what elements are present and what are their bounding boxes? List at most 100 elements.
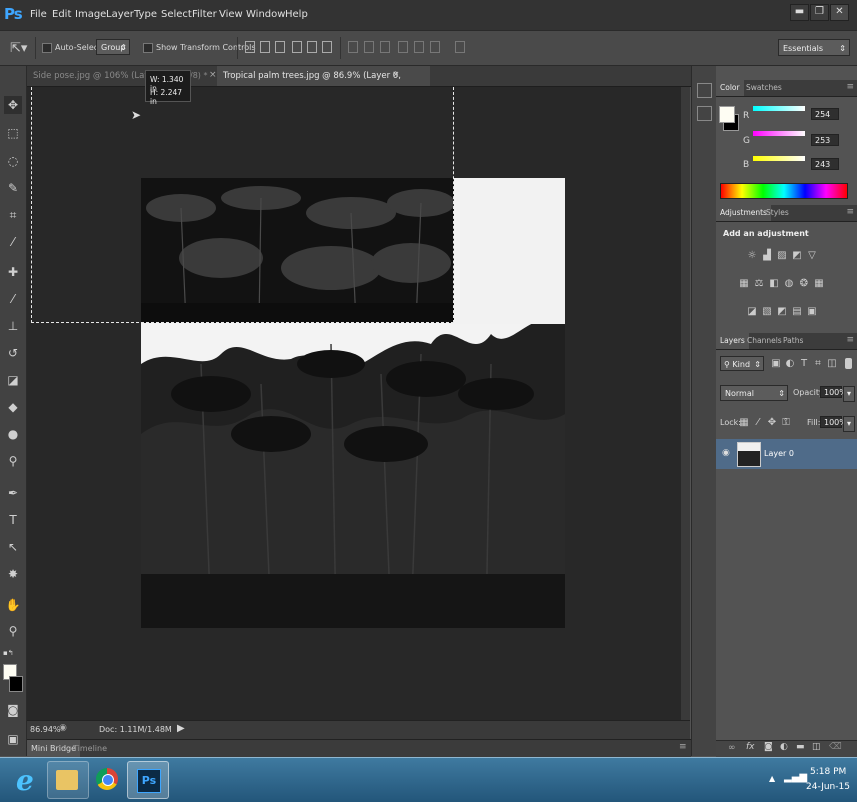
- filter-shape-icon[interactable]: ⌗: [812, 358, 824, 369]
- exposure-icon[interactable]: ◩: [791, 250, 803, 261]
- quick-select-tool-icon[interactable]: ✎: [4, 179, 22, 197]
- default-colors-icon[interactable]: ▪↰: [3, 649, 14, 657]
- align-left-icon[interactable]: [292, 41, 302, 53]
- channel-g-slider[interactable]: [753, 131, 805, 136]
- curves-icon[interactable]: ▨: [776, 250, 788, 261]
- layer-style-fx-icon[interactable]: fx: [746, 742, 755, 752]
- channel-r-slider[interactable]: [753, 106, 805, 111]
- menu-file[interactable]: File: [30, 9, 47, 20]
- photo-filter-icon[interactable]: ◍: [783, 278, 795, 289]
- screen-mode-icon[interactable]: ▣: [4, 730, 22, 748]
- link-layers-icon[interactable]: ∞: [728, 743, 736, 753]
- menu-layer[interactable]: Layer: [106, 9, 134, 20]
- eraser-tool-icon[interactable]: ◪: [4, 371, 22, 389]
- fill-dropdown-icon[interactable]: ▾: [843, 416, 855, 432]
- threshold-icon[interactable]: ◩: [776, 306, 788, 317]
- new-layer-icon[interactable]: ◫: [812, 742, 821, 752]
- align-right-icon[interactable]: [322, 41, 332, 53]
- move-tool-preset-icon[interactable]: ⇱▾: [10, 41, 27, 56]
- opacity-value[interactable]: 100%: [820, 386, 847, 398]
- healing-brush-tool-icon[interactable]: ✚: [4, 263, 22, 281]
- filter-adjustment-icon[interactable]: ◐: [784, 358, 796, 369]
- hand-tool-icon[interactable]: ✋: [4, 596, 22, 614]
- layer-name[interactable]: Layer 0: [764, 449, 794, 458]
- crop-tool-icon[interactable]: ⌗: [4, 206, 22, 224]
- fg-color-swatch[interactable]: [719, 106, 735, 123]
- blend-mode-dropdown[interactable]: Normal ⇕: [720, 385, 788, 401]
- status-arrow-icon[interactable]: ▶: [177, 723, 185, 734]
- fill-value[interactable]: 100%: [820, 416, 847, 428]
- color-lookup-icon[interactable]: ▦: [813, 278, 825, 289]
- status-info-icon[interactable]: ◉: [59, 723, 67, 733]
- clock-date[interactable]: 24-Jun-15: [806, 782, 850, 792]
- menu-image[interactable]: Image: [75, 9, 106, 20]
- vibrance-icon[interactable]: ▽: [806, 250, 818, 261]
- clone-stamp-tool-icon[interactable]: ⊥: [4, 317, 22, 335]
- align-top-icon[interactable]: [245, 41, 255, 53]
- add-mask-icon[interactable]: ◙: [764, 742, 773, 752]
- selective-color-icon[interactable]: ▣: [806, 306, 818, 317]
- filter-smart-object-icon[interactable]: ◫: [826, 358, 838, 369]
- lock-pixels-icon[interactable]: ⁄: [752, 417, 764, 428]
- workspace-dropdown[interactable]: Essentials ⇕: [778, 39, 850, 56]
- tab-swatches[interactable]: Swatches: [742, 80, 786, 96]
- distribute-right-icon[interactable]: [430, 41, 440, 53]
- zoom-tool-icon[interactable]: ⚲: [4, 622, 22, 640]
- posterize-icon[interactable]: ▧: [761, 306, 773, 317]
- black-white-icon[interactable]: ◧: [768, 278, 780, 289]
- minimize-button[interactable]: ▬: [790, 4, 809, 21]
- levels-icon[interactable]: ▟: [761, 250, 773, 261]
- photoshop-taskbar-button[interactable]: Ps: [127, 761, 169, 799]
- network-icon[interactable]: ▂▄▆: [784, 772, 807, 783]
- filter-toggle[interactable]: [845, 358, 852, 369]
- menu-filter[interactable]: Filter: [192, 9, 217, 20]
- lock-all-icon[interactable]: ⚿: [780, 417, 792, 428]
- channel-mixer-icon[interactable]: ❂: [798, 278, 810, 289]
- menu-select[interactable]: Select: [161, 9, 192, 20]
- color-balance-icon[interactable]: ⚖: [753, 278, 765, 289]
- panel-menu-icon[interactable]: ≡: [846, 335, 854, 345]
- panel-menu-icon[interactable]: ≡: [846, 207, 854, 217]
- align-vcenter-icon[interactable]: [260, 41, 270, 53]
- vertical-scrollbar[interactable]: [681, 87, 690, 720]
- new-adjustment-layer-icon[interactable]: ◐: [780, 742, 788, 752]
- tab-close-icon[interactable]: ×: [392, 70, 400, 80]
- distribute-top-icon[interactable]: [348, 41, 358, 53]
- tray-expand-icon[interactable]: ▲: [769, 774, 775, 783]
- menu-help[interactable]: Help: [285, 9, 308, 20]
- chrome-button[interactable]: [87, 761, 127, 797]
- menu-window[interactable]: Window: [246, 9, 285, 20]
- lasso-tool-icon[interactable]: ◌: [4, 152, 22, 170]
- delete-layer-icon[interactable]: ⌫: [829, 742, 842, 752]
- close-button[interactable]: ✕: [830, 4, 849, 21]
- file-explorer-button[interactable]: [47, 761, 89, 799]
- type-tool-icon[interactable]: T: [4, 511, 22, 529]
- quick-mask-icon[interactable]: ◙: [4, 701, 22, 719]
- auto-select-checkbox[interactable]: [42, 43, 52, 53]
- paint-bucket-tool-icon[interactable]: ◆: [4, 398, 22, 416]
- align-bottom-icon[interactable]: [275, 41, 285, 53]
- brush-tool-icon[interactable]: ⁄: [4, 290, 22, 308]
- background-color-swatch[interactable]: [9, 676, 23, 692]
- filter-pixel-icon[interactable]: ▣: [770, 358, 782, 369]
- auto-align-icon[interactable]: [455, 41, 465, 53]
- align-hcenter-icon[interactable]: [307, 41, 317, 53]
- auto-select-dropdown[interactable]: Group ⇕: [96, 39, 130, 55]
- channel-b-value[interactable]: 243: [811, 158, 839, 170]
- distribute-bottom-icon[interactable]: [380, 41, 390, 53]
- tab-color[interactable]: Color: [716, 80, 744, 96]
- channel-g-value[interactable]: 253: [811, 134, 839, 146]
- show-transform-checkbox[interactable]: [143, 43, 153, 53]
- distribute-vcenter-icon[interactable]: [364, 41, 374, 53]
- path-selection-tool-icon[interactable]: ↖: [4, 538, 22, 556]
- tab-close-icon[interactable]: ×: [209, 70, 217, 80]
- history-brush-tool-icon[interactable]: ↺: [4, 344, 22, 362]
- lock-position-icon[interactable]: ✥: [766, 417, 778, 428]
- zoom-level[interactable]: 86.94%: [30, 725, 61, 734]
- clock-time[interactable]: 5:18 PM: [810, 767, 846, 777]
- new-group-icon[interactable]: ▬: [796, 742, 805, 752]
- channel-b-slider[interactable]: [753, 156, 805, 161]
- eyedropper-tool-icon[interactable]: ⁄: [4, 233, 22, 251]
- layer-row-layer-0[interactable]: ◉ Layer 0: [716, 439, 857, 469]
- restore-button[interactable]: ❐: [810, 4, 829, 21]
